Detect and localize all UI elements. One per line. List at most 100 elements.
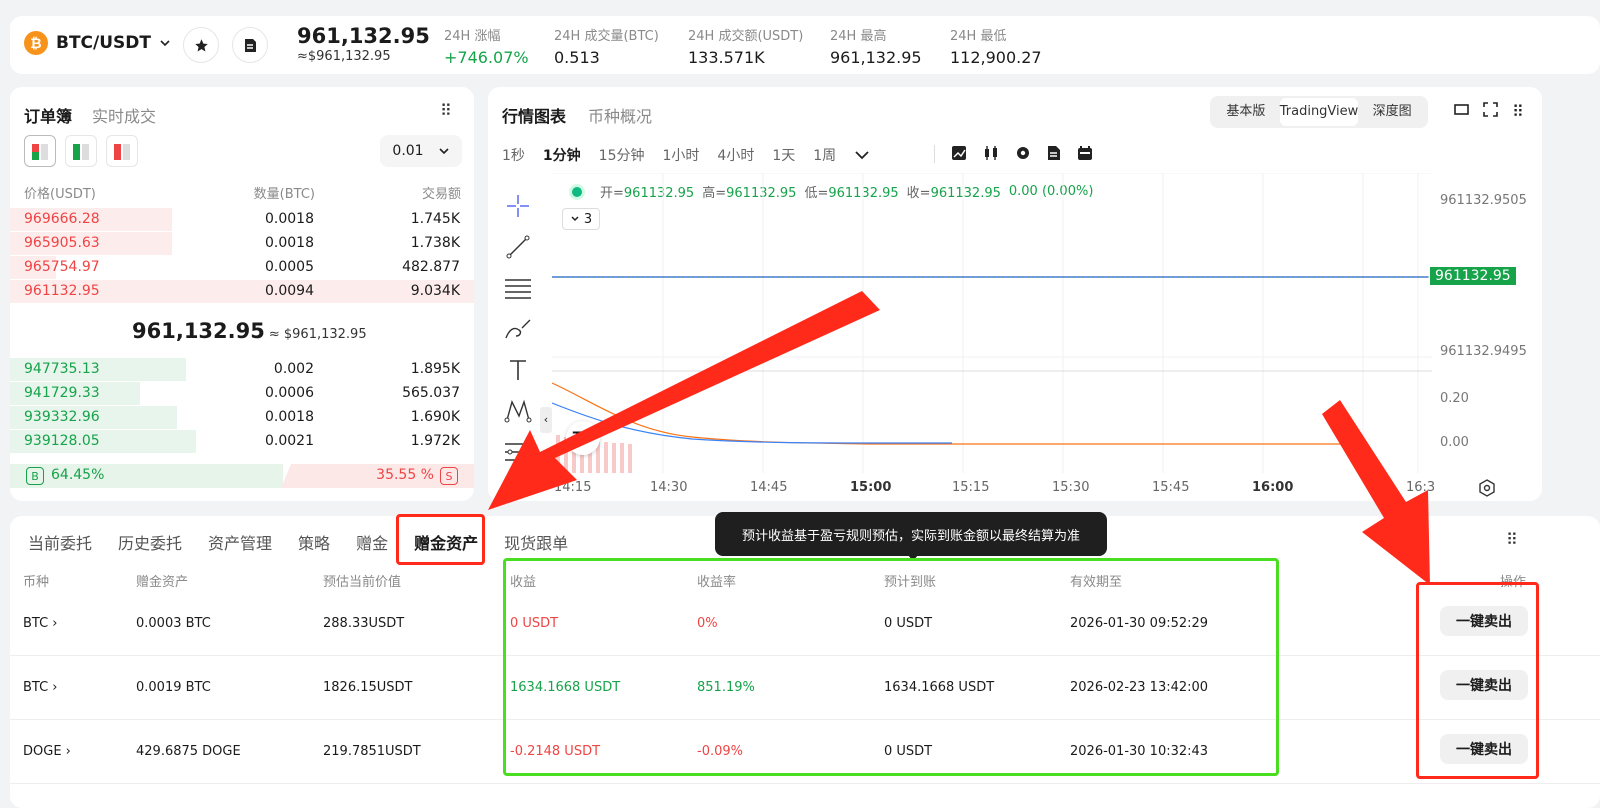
precision-select[interactable]: 0.01: [380, 135, 462, 167]
tab-open-orders[interactable]: 当前委托: [28, 530, 92, 554]
orderbook-mode-both[interactable]: [24, 135, 56, 167]
interval-1w[interactable]: 1周: [813, 145, 836, 165]
bid-price: 939128.05: [24, 433, 100, 449]
view-basic[interactable]: 基本版: [1212, 98, 1280, 126]
est-value: 219.7851USDT: [323, 744, 421, 759]
y-label: 961132.9505: [1440, 193, 1527, 208]
stat-24h-turnover: 24H 成交额(USDT) 133.571K: [688, 25, 803, 67]
bid-row[interactable]: 939332.96 0.0018 1.690K: [10, 406, 474, 429]
bid-price: 941729.33: [24, 385, 100, 401]
price-chart-canvas[interactable]: [552, 173, 1432, 473]
stat-label: 24H 成交量(BTC): [554, 29, 659, 44]
tab-order-history[interactable]: 历史委托: [118, 530, 182, 554]
tab-asset-management[interactable]: 资产管理: [208, 530, 272, 554]
orderbook-mode-bids[interactable]: [65, 135, 97, 167]
view-depth[interactable]: 深度图: [1358, 98, 1426, 126]
window-icon[interactable]: [1454, 102, 1469, 117]
calendar-icon[interactable]: [1077, 145, 1093, 161]
ask-total: 1.738K: [410, 235, 460, 251]
stat-value: 961,132.95: [830, 48, 922, 67]
chart-type-icon[interactable]: [951, 145, 967, 161]
stat-label: 24H 最低: [950, 29, 1007, 44]
chevron-down-icon: [439, 148, 449, 155]
x-label: 15:00: [850, 480, 892, 495]
coin-link[interactable]: DOGE ›: [23, 744, 71, 759]
tab-coin-overview[interactable]: 币种概况: [588, 103, 652, 127]
interval-1h[interactable]: 1小时: [663, 145, 700, 165]
est-value: 288.33USDT: [323, 616, 405, 631]
ask-qty: 0.0018: [265, 235, 314, 251]
ask-total: 482.877: [402, 259, 460, 275]
stat-24h-volume: 24H 成交量(BTC) 0.513: [554, 25, 659, 67]
interval-4h[interactable]: 4小时: [717, 145, 754, 165]
tab-copy-trading[interactable]: 现货跟单: [504, 530, 568, 554]
bid-row[interactable]: 939128.05 0.0021 1.972K: [10, 430, 474, 453]
orderbook-mode-asks[interactable]: [106, 135, 138, 167]
bonus-asset: 0.0003 BTC: [136, 616, 211, 631]
coin-link[interactable]: BTC ›: [23, 616, 58, 631]
chevron-down-icon: [160, 40, 170, 47]
tab-orderbook[interactable]: 订单簿: [24, 103, 72, 127]
tab-market-chart[interactable]: 行情图表: [502, 103, 566, 127]
view-tradingview[interactable]: TradingView: [1279, 98, 1359, 126]
pattern-icon[interactable]: [502, 390, 534, 431]
buy-badge: B: [26, 467, 44, 485]
bid-row[interactable]: 947735.13 0.002 1.895K: [10, 358, 474, 381]
chart-panel: 行情图表 币种概况 基本版 TradingView 深度图 ⠿ 1秒 1分钟 1…: [488, 87, 1542, 501]
measure-icon[interactable]: [502, 431, 534, 472]
last-price-tag: 961132.95: [1430, 267, 1516, 285]
x-label: 16:00: [1252, 480, 1294, 495]
bid-row[interactable]: 941729.33 0.0006 565.037: [10, 382, 474, 405]
th-coin: 币种: [23, 575, 50, 590]
brush-icon[interactable]: [502, 308, 534, 349]
bid-qty: 0.0021: [265, 433, 314, 449]
interval-1d[interactable]: 1天: [772, 145, 795, 165]
x-label: 14:15: [554, 480, 592, 495]
interval-1s[interactable]: 1秒: [502, 145, 525, 165]
ask-row[interactable]: 965754.97 0.0005 482.877: [10, 256, 474, 279]
chevron-down-icon[interactable]: [854, 148, 870, 162]
favorite-star-button[interactable]: [183, 27, 219, 63]
trend-line-icon[interactable]: [502, 226, 534, 267]
tab-bonus[interactable]: 赠金: [356, 530, 388, 554]
ask-qty: 0.0094: [265, 283, 314, 299]
candlestick-icon[interactable]: [983, 145, 999, 161]
settings-gear-icon[interactable]: [1015, 145, 1031, 161]
btc-coin-icon: ₿: [24, 31, 48, 55]
stat-label: 24H 涨幅: [444, 29, 501, 44]
chart-settings-icon[interactable]: [1478, 479, 1496, 497]
bid-total: 1.895K: [410, 361, 460, 377]
ticker-bar: ₿ BTC/USDT 961,132.95 ≈$961,132.95 24H 涨…: [10, 16, 1600, 74]
interval-15m[interactable]: 15分钟: [599, 145, 645, 165]
coin-link[interactable]: BTC ›: [23, 680, 58, 695]
ask-row[interactable]: 961132.95 0.0094 9.034K: [10, 280, 474, 303]
last-price: 961,132.95: [297, 24, 430, 48]
x-label: 14:45: [750, 480, 788, 495]
ask-price: 969666.28: [24, 211, 100, 227]
chart-view-switch: 基本版 TradingView 深度图: [1210, 96, 1428, 128]
drag-handle-icon[interactable]: ⠿: [440, 101, 452, 120]
tab-recent-trades[interactable]: 实时成交: [92, 103, 156, 127]
text-tool-icon[interactable]: [502, 349, 534, 390]
col-qty: 数量(BTC): [253, 187, 315, 202]
highlight-box-profit: [503, 558, 1279, 776]
bid-qty: 0.0006: [265, 385, 314, 401]
document-icon: [244, 38, 256, 52]
drag-handle-icon[interactable]: ⠿: [1512, 102, 1524, 121]
orderbook-mid-price: 961,132.95 ≈ $961,132.95: [132, 319, 367, 343]
ask-price: 965754.97: [24, 259, 100, 275]
notes-button[interactable]: [232, 27, 268, 63]
collapse-toolbar-button[interactable]: ‹: [540, 407, 552, 433]
ask-row[interactable]: 965905.63 0.0018 1.738K: [10, 232, 474, 255]
crosshair-icon[interactable]: [502, 185, 534, 226]
ask-row[interactable]: 969666.28 0.0018 1.745K: [10, 208, 474, 231]
y-label: 0.00: [1440, 435, 1469, 450]
template-icon[interactable]: [1047, 145, 1061, 161]
tab-strategy[interactable]: 策略: [298, 530, 330, 554]
drag-handle-icon[interactable]: ⠿: [1506, 530, 1518, 549]
stat-24h-high: 24H 最高 961,132.95: [830, 25, 922, 67]
interval-1m[interactable]: 1分钟: [543, 145, 581, 165]
symbol-selector[interactable]: ₿ BTC/USDT: [24, 31, 171, 55]
fib-lines-icon[interactable]: [502, 267, 534, 308]
fullscreen-icon[interactable]: [1483, 102, 1498, 117]
